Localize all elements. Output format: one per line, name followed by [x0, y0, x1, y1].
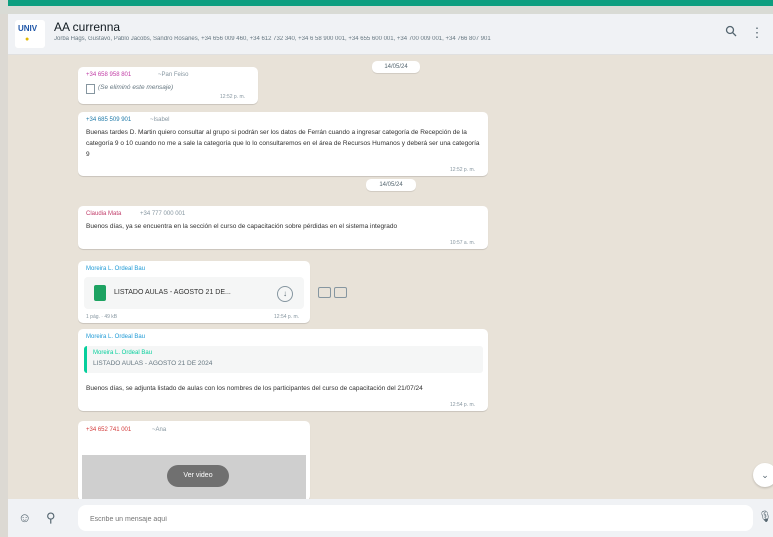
- message-list[interactable]: 14/05/24 +34 658 958 801 ~Pan Feiso (Se …: [8, 55, 773, 499]
- message-sender: Moreira L. Ordeal Bau: [86, 334, 146, 340]
- message-bubble[interactable]: Claudia Mata +34 777 000 001 Buenos días…: [78, 206, 488, 249]
- message-input-box[interactable]: [78, 505, 753, 531]
- group-avatar[interactable]: UNIV ●: [15, 20, 45, 48]
- message-sender-name: ~Ana: [152, 427, 167, 433]
- message-sender-name: ~Pan Feiso: [158, 72, 189, 78]
- message-deleted-text: (Se eliminó este mensaje): [98, 84, 174, 91]
- message-sender: +34 685 509 901: [86, 117, 132, 123]
- scroll-down-button[interactable]: ⌄: [753, 463, 773, 487]
- video-thumbnail[interactable]: Ver video: [82, 455, 306, 499]
- message-bubble[interactable]: +34 685 509 901 ~Isabel Buenas tardes D.…: [78, 112, 488, 176]
- message-sender: +34 652 741 001: [86, 427, 132, 433]
- message-input[interactable]: [88, 511, 742, 527]
- composer: ☺ ⚲ 🎙: [8, 499, 773, 537]
- emoji-icon[interactable]: ☺: [18, 510, 31, 525]
- message-time: 12:52 p. m.: [450, 167, 476, 173]
- menu-icon[interactable]: ⋮: [748, 24, 766, 42]
- message-text: Buenas tardes D. Martin quiero consultar…: [86, 129, 480, 158]
- message-bubble[interactable]: +34 652 741 001 ~Ana Ver video: [78, 421, 310, 499]
- deleted-icon: [86, 84, 95, 94]
- message-time: 12:54 p. m.: [450, 402, 476, 408]
- forward-icon[interactable]: [318, 287, 331, 298]
- message-sender-meta: +34 777 000 001: [140, 211, 186, 217]
- microphone-icon[interactable]: 🎙: [758, 510, 772, 523]
- file-name[interactable]: LISTADO AULAS - AGOSTO 21 DE...: [114, 287, 231, 298]
- whatsapp-window: UNIV ● AA currenna Jorba Hags, Gustavo, …: [8, 14, 773, 537]
- chat-header[interactable]: UNIV ● AA currenna Jorba Hags, Gustavo, …: [8, 14, 773, 55]
- quoted-message[interactable]: Moreira L. Ordeal Bau LISTADO AULAS - AG…: [84, 346, 483, 373]
- message-sender-name: ~Isabel: [150, 117, 170, 123]
- message-sender: Moreira L. Ordeal Bau: [86, 266, 146, 272]
- quoted-text: LISTADO AULAS - AGOSTO 21 DE 2024: [93, 360, 213, 367]
- quoted-sender: Moreira L. Ordeal Bau: [93, 350, 153, 356]
- message-time: 12:52 p. m.: [220, 94, 246, 100]
- message-text: Buenos días, se adjunta listado de aulas…: [86, 385, 423, 392]
- file-card[interactable]: LISTADO AULAS - AGOSTO 21 DE... ↓: [84, 277, 304, 309]
- file-meta: 1 pág. · 49 kB: [86, 314, 118, 320]
- react-icon[interactable]: [334, 287, 347, 298]
- attach-icon[interactable]: ⚲: [46, 510, 56, 526]
- message-text: Buenos días, ya se encuentra en la secci…: [86, 223, 398, 230]
- chat-title[interactable]: AA currenna: [54, 20, 120, 34]
- message-time: 12:54 p. m.: [274, 314, 300, 320]
- play-video-button[interactable]: Ver video: [167, 465, 229, 487]
- message-bubble[interactable]: Moreira L. Ordeal Bau Moreira L. Ordeal …: [78, 329, 488, 411]
- message-bubble[interactable]: +34 658 958 801 ~Pan Feiso (Se eliminó e…: [78, 67, 258, 104]
- date-divider: 14/05/24: [366, 179, 416, 191]
- chat-members: Jorba Hags, Gustavo, Pablo Jacobs, Sandr…: [54, 36, 491, 42]
- spreadsheet-icon: [94, 285, 106, 301]
- date-divider: 14/05/24: [372, 61, 420, 73]
- message-time: 10:57 a. m.: [450, 240, 476, 246]
- download-icon[interactable]: ↓: [277, 286, 293, 302]
- avatar-logo: UNIV: [18, 24, 38, 33]
- avatar-logo-mark: ●: [25, 36, 30, 43]
- accent-bar: [8, 0, 773, 6]
- window-top-band: [0, 0, 773, 14]
- search-icon[interactable]: [722, 24, 740, 42]
- message-sender: Claudia Mata: [86, 211, 122, 217]
- message-bubble[interactable]: Moreira L. Ordeal Bau LISTADO AULAS - AG…: [78, 261, 310, 323]
- message-sender: +34 658 958 801: [86, 72, 132, 78]
